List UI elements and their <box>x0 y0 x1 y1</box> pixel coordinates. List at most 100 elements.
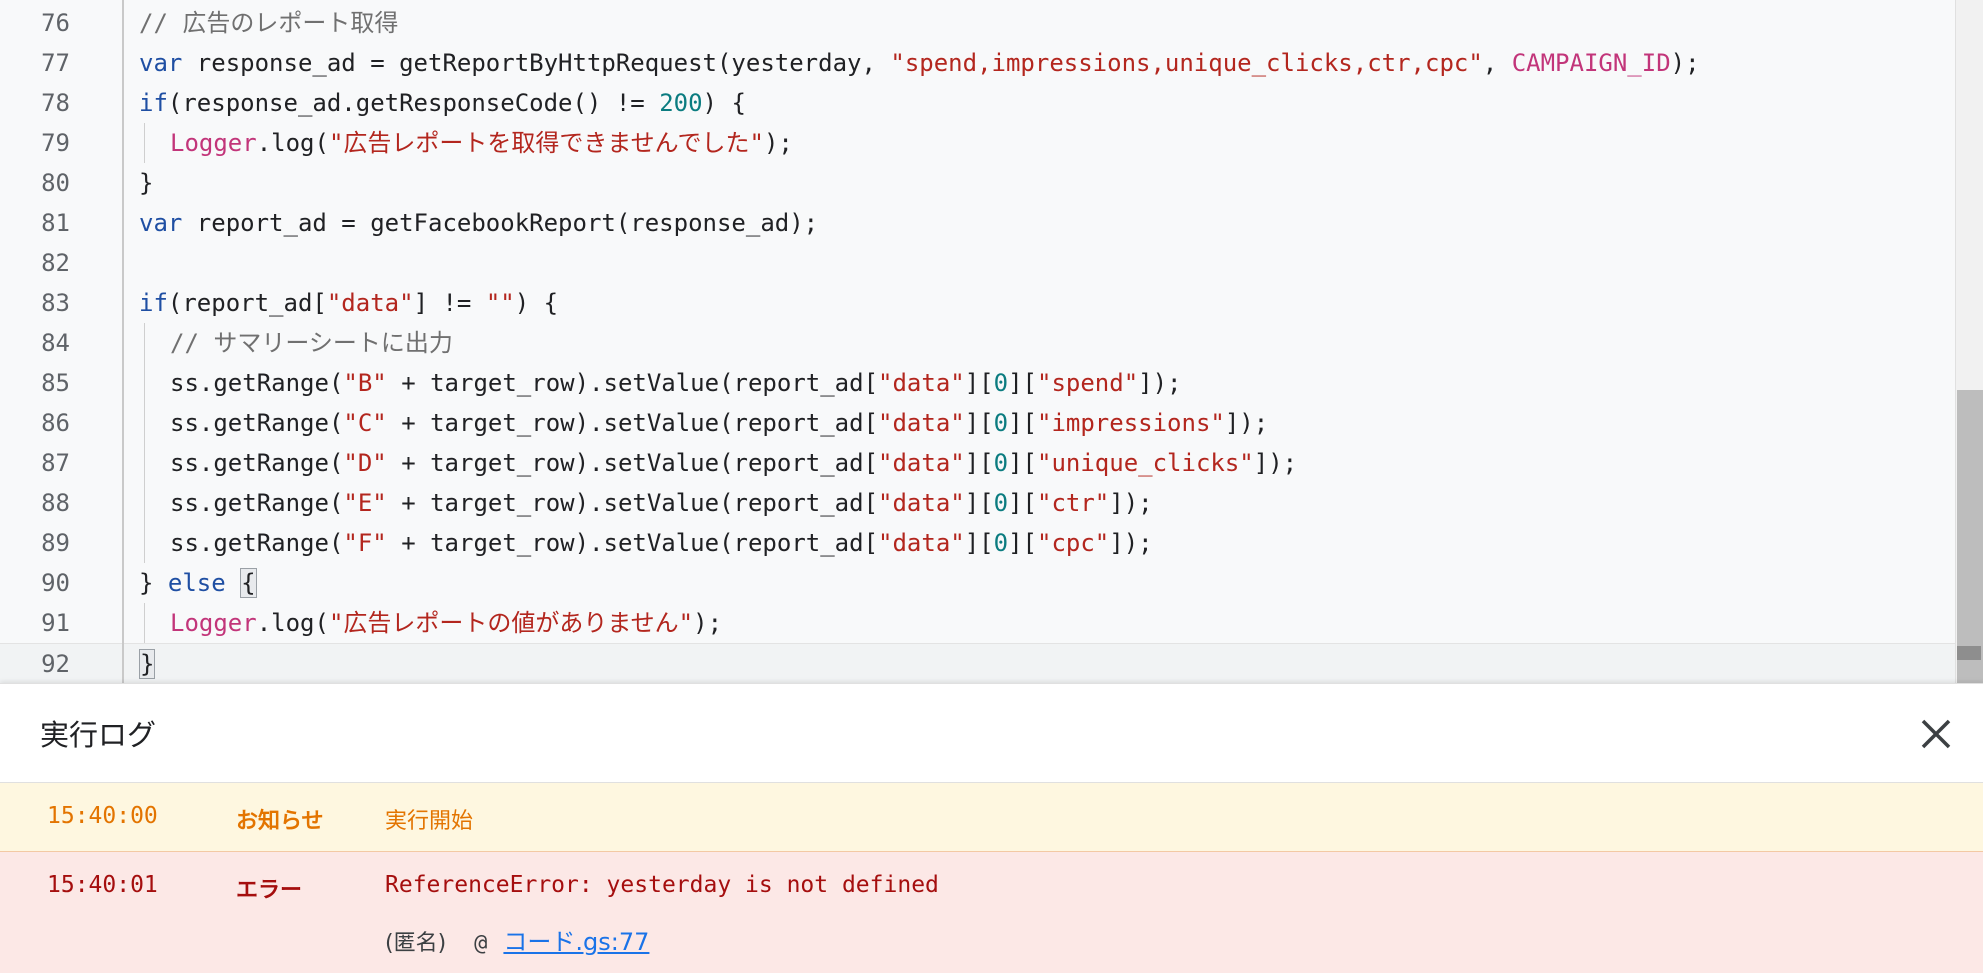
code-token: "data" <box>878 529 965 557</box>
code-token: Logger <box>170 129 257 157</box>
code-line[interactable]: 77 var response_ad = getReportByHttpReque… <box>0 43 1955 83</box>
code-line[interactable]: 83 if(report_ad["data"] != "") { <box>0 283 1955 323</box>
code-token: response_ad = getReportByHttpRequest(yes… <box>182 49 891 77</box>
code-editor[interactable]: 76 // 広告のレポート取得 77 var response_ad = getRep… <box>0 0 1983 683</box>
code-token: var <box>139 209 183 237</box>
log-message: 実行開始 <box>385 809 474 834</box>
code-line[interactable]: 85 ss.getRange("B" + target_row).setValue… <box>0 363 1955 403</box>
code-token: ][ <box>1008 409 1037 437</box>
code-token: "data" <box>878 369 965 397</box>
code-token: ); <box>693 609 723 637</box>
code-text: var response_ad = getReportByHttpRequest… <box>139 43 1700 83</box>
code-line[interactable]: 78 if(response_ad.getResponseCode() != 20… <box>0 83 1955 123</box>
code-token: ][ <box>1008 529 1037 557</box>
log-message: ReferenceError: yesterday is not defined <box>385 872 939 898</box>
code-token: "unique_clicks" <box>1037 449 1254 477</box>
line-number: 86 <box>41 409 70 437</box>
code-token: 200 <box>659 89 703 117</box>
code-token: ][ <box>964 529 994 557</box>
code-token: { <box>240 568 257 598</box>
code-text: if(report_ad["data"] != "") { <box>139 283 558 323</box>
code-line[interactable]: 86 ss.getRange("C" + target_row).setValue… <box>0 403 1955 443</box>
code-line[interactable]: 89 ss.getRange("F" + target_row).setValue… <box>0 523 1955 563</box>
code-token: "impressions" <box>1037 409 1225 437</box>
code-token: ) { <box>702 89 746 117</box>
code-line[interactable]: 76 // 広告のレポート取得 <box>0 3 1955 43</box>
code-token: ]); <box>1109 529 1153 557</box>
code-token: ); <box>1670 49 1700 77</box>
code-token: ]); <box>1138 369 1182 397</box>
code-token: "広告レポートを取得できませんでした" <box>328 129 764 157</box>
log-time: 15:40:01 <box>47 872 158 898</box>
code-token: "data" <box>878 489 965 517</box>
code-token: "" <box>485 289 515 317</box>
indent-guide <box>144 123 145 163</box>
indent-guide <box>144 403 145 443</box>
close-log-button[interactable] <box>1916 714 1956 754</box>
code-text: } <box>139 163 153 203</box>
log-level: お知らせ <box>236 809 324 834</box>
indent-guide <box>144 443 145 483</box>
code-line[interactable]: 84 // サマリーシートに出力 <box>0 323 1955 363</box>
code-token: .log( <box>256 129 329 157</box>
code-token: ][ <box>1008 449 1037 477</box>
code-token: "ctr" <box>1037 489 1110 517</box>
code-token: "data" <box>326 289 414 317</box>
code-token: ][ <box>964 449 994 477</box>
code-token: + target_row).setValue(report_ad[ <box>386 449 879 477</box>
stack-source-link[interactable]: コード.gs:77 <box>503 928 649 956</box>
code-token: , <box>1482 49 1512 77</box>
code-token: else <box>167 569 226 597</box>
code-text: ss.getRange("F" + target_row).setValue(r… <box>170 523 1153 563</box>
code-line[interactable]: 80} <box>0 163 1955 203</box>
code-line[interactable]: 82 <box>0 243 1955 283</box>
code-token: "data" <box>878 449 965 477</box>
code-token: ][ <box>1008 489 1037 517</box>
code-line[interactable]: 87 ss.getRange("D" + target_row).setValue… <box>0 443 1955 483</box>
code-line[interactable]: 90} else { <box>0 563 1955 603</box>
line-number: 92 <box>41 650 70 678</box>
editor-scroll-marker <box>1957 646 1981 660</box>
code-token: report_ad = getFacebookReport(response_a… <box>182 209 819 237</box>
code-token: ss.getRange( <box>170 369 344 397</box>
log-level: エラー <box>236 878 303 903</box>
code-token: + target_row).setValue(report_ad[ <box>386 489 879 517</box>
stack-function-label: (匿名) <box>385 931 447 956</box>
line-number: 80 <box>41 169 70 197</box>
code-text: // 広告のレポート取得 <box>139 3 398 43</box>
line-number: 83 <box>41 289 70 317</box>
line-number: 89 <box>41 529 70 557</box>
code-line[interactable]: 81 var report_ad = getFacebookReport(resp… <box>0 203 1955 243</box>
indent-guide <box>144 523 145 563</box>
editor-scroll-thumb[interactable] <box>1957 390 1983 683</box>
code-token: 0 <box>993 489 1009 517</box>
code-token: + target_row).setValue(report_ad[ <box>386 529 879 557</box>
code-token: + target_row).setValue(report_ad[ <box>386 369 879 397</box>
stack-at-sign: @ <box>474 931 488 956</box>
log-entry-error: 15:40:01 エラー ReferenceError: yesterday i… <box>0 852 1983 973</box>
line-number: 77 <box>41 49 70 77</box>
code-line[interactable]: 79 Logger.log("広告レポートを取得できませんでした"); <box>0 123 1955 163</box>
code-line[interactable]: 92} <box>0 643 1955 683</box>
code-line[interactable]: 91 Logger.log("広告レポートの値がありません"); <box>0 603 1955 643</box>
code-token: 0 <box>993 409 1009 437</box>
code-token: var <box>139 49 183 77</box>
log-header: 実行ログ <box>0 684 1983 783</box>
code-token: ]); <box>1224 409 1269 437</box>
code-token: ); <box>763 129 793 157</box>
code-line[interactable]: 88 ss.getRange("E" + target_row).setValue… <box>0 483 1955 523</box>
code-token: ] != <box>413 289 486 317</box>
code-token: ss.getRange( <box>170 449 344 477</box>
code-token: 0 <box>993 449 1009 477</box>
stack-trace: (匿名) @ コード.gs:77 <box>385 922 649 957</box>
code-token: CAMPAIGN_ID <box>1511 49 1671 77</box>
code-token: "D" <box>343 449 387 477</box>
line-number: 81 <box>41 209 70 237</box>
code-token: if <box>139 289 168 317</box>
code-token: "C" <box>343 409 387 437</box>
log-entry-notice: 15:40:00 お知らせ 実行開始 <box>0 783 1983 852</box>
code-token: ][ <box>964 369 994 397</box>
line-number: 78 <box>41 89 70 117</box>
code-token: ][ <box>1008 369 1037 397</box>
code-token: ]); <box>1253 449 1298 477</box>
